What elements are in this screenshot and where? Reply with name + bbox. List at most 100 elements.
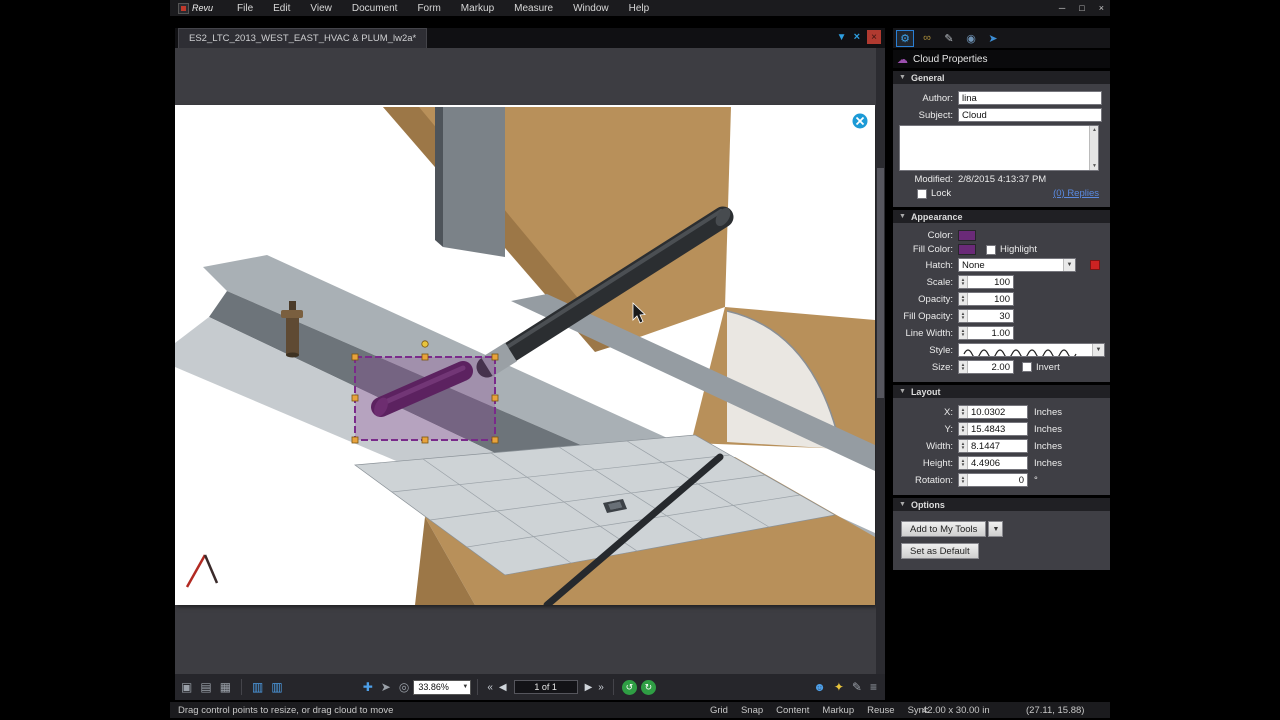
toggle-content[interactable]: Content — [776, 705, 809, 716]
spinner-arrows[interactable]: ▲ ▼ — [959, 310, 968, 322]
tips-icon[interactable]: ✦ — [834, 680, 844, 694]
spinner-arrows[interactable]: ▲ ▼ — [959, 474, 968, 486]
menu-measure[interactable]: Measure — [504, 3, 563, 14]
lock-checkbox[interactable] — [917, 188, 927, 199]
section-appearance: Color: Fill Color: Highlight Hatch: None… — [893, 223, 1110, 382]
pdf-page[interactable] — [175, 105, 875, 609]
spinner-arrows[interactable]: ▲ ▼ — [959, 406, 968, 418]
split-view-icon[interactable]: ▥ — [252, 680, 263, 694]
spinner-arrows[interactable]: ▲ ▼ — [959, 423, 968, 435]
minimize-icon[interactable]: ─ — [1059, 3, 1065, 13]
menu-view[interactable]: View — [300, 3, 342, 14]
opacity-label: Opacity: — [918, 293, 953, 305]
search-tab[interactable]: ∞ — [918, 30, 936, 47]
previous-view-icon[interactable]: ↺ — [621, 679, 637, 695]
profile-icon[interactable]: ☻ — [813, 680, 826, 694]
document-canvas[interactable] — [175, 48, 885, 674]
document-tab-bar: ES2_LTC_2013_WEST_EAST_HVAC & PLUM_lw2a*… — [175, 28, 885, 48]
hatch-color-swatch[interactable] — [1090, 260, 1100, 270]
scrollbar-thumb[interactable] — [877, 168, 884, 398]
subject-field[interactable] — [958, 108, 1102, 122]
menu-edit[interactable]: Edit — [263, 3, 300, 14]
add-to-my-tools-button[interactable]: Add to My Tools — [901, 521, 987, 537]
document-tab[interactable]: ES2_LTC_2013_WEST_EAST_HVAC & PLUM_lw2a* — [178, 28, 428, 48]
toggle-markup[interactable]: Markup — [822, 705, 854, 716]
style-dropdown[interactable]: ▼ — [958, 343, 1105, 357]
markup-mode-icon[interactable]: ✎ — [852, 680, 862, 694]
scale-spinner[interactable]: ▲ ▼ 100 — [958, 275, 1014, 289]
highlight-checkbox[interactable] — [986, 244, 996, 255]
last-page-icon[interactable]: » — [598, 682, 604, 693]
add-to-my-tools-menu-button[interactable]: ▼ — [988, 521, 1004, 537]
filter-icon[interactable]: ▼ — [837, 32, 847, 43]
menu-document[interactable]: Document — [342, 3, 408, 14]
color-swatch[interactable] — [958, 230, 976, 241]
section-appearance-header[interactable]: ▼ Appearance — [893, 210, 1110, 223]
comment-field[interactable]: ▲ ▼ — [899, 125, 1099, 171]
invert-checkbox[interactable] — [1022, 362, 1032, 372]
spinner-arrows[interactable]: ▲ ▼ — [959, 293, 968, 305]
spinner-arrows[interactable]: ▲ ▼ — [959, 457, 968, 469]
previous-page-icon[interactable]: ◀ — [499, 682, 507, 693]
rotation-spinner[interactable]: ▲ ▼ 0 — [958, 473, 1028, 487]
menu-markup[interactable]: Markup — [451, 3, 504, 14]
alerts-tab[interactable]: ➤ — [984, 30, 1002, 47]
x-spinner[interactable]: ▲ ▼ 10.0302 — [958, 405, 1028, 419]
first-page-icon[interactable]: « — [487, 682, 493, 693]
thumbnails-icon[interactable]: ▣ — [181, 680, 192, 694]
markup-tools-tab[interactable]: ✎ — [940, 30, 958, 47]
next-view-icon[interactable]: ↻ — [640, 679, 656, 695]
width-spinner[interactable]: ▲ ▼ 8.1447 — [958, 439, 1028, 453]
zoom-tool-icon[interactable]: ◎ — [399, 680, 409, 694]
close-document-icon[interactable]: × — [867, 30, 881, 44]
vertical-scrollbar[interactable] — [876, 48, 885, 674]
rotation-label: Rotation: — [914, 474, 953, 486]
spinner-arrows[interactable]: ▲ ▼ — [959, 440, 968, 452]
page-blue-button[interactable] — [852, 113, 868, 129]
maximize-icon[interactable]: □ — [1079, 3, 1084, 13]
file-access-icon[interactable]: ▦ — [220, 680, 231, 694]
opacity-spinner[interactable]: ▲ ▼ 100 — [958, 292, 1014, 306]
line-width-spinner[interactable]: ▲ ▼ 1.00 — [958, 326, 1014, 340]
scroll-down-icon[interactable]: ▼ — [1090, 163, 1099, 169]
pan-icon[interactable]: ✚ — [363, 680, 373, 694]
hatch-label: Hatch: — [925, 259, 953, 271]
set-as-default-button[interactable]: Set as Default — [901, 543, 979, 559]
author-field[interactable] — [958, 91, 1102, 105]
spinner-arrows[interactable]: ▲ ▼ — [959, 327, 968, 339]
fill-opacity-spinner[interactable]: ▲ ▼ 30 — [958, 309, 1014, 323]
size-spinner[interactable]: ▲ ▼ 2.00 — [958, 360, 1014, 374]
tool-chest-icon[interactable]: ≡ — [870, 680, 877, 694]
cloud-markup[interactable] — [354, 356, 496, 441]
bookmarks-icon[interactable]: ▤ — [200, 680, 211, 694]
menu-form[interactable]: Form — [407, 3, 450, 14]
replies-link[interactable]: (0) Replies — [1053, 188, 1099, 199]
spinner-arrows[interactable]: ▲ ▼ — [959, 276, 968, 288]
height-spinner[interactable]: ▲ ▼ 4.4906 — [958, 456, 1028, 470]
hatch-dropdown[interactable]: None ▼ — [958, 258, 1076, 272]
comment-scrollbar[interactable]: ▲ ▼ — [1089, 126, 1098, 170]
spinner-arrows[interactable]: ▲ ▼ — [959, 361, 968, 373]
menu-file[interactable]: File — [227, 3, 263, 14]
properties-tab[interactable]: ⚙ — [896, 29, 914, 47]
zoom-level-dropdown[interactable]: 33.86% ▼ — [413, 679, 472, 695]
y-spinner[interactable]: ▲ ▼ 15.4843 — [958, 422, 1028, 436]
scroll-up-icon[interactable]: ▲ — [1090, 127, 1099, 133]
menu-help[interactable]: Help — [619, 3, 660, 14]
clear-filter-icon[interactable]: × — [854, 31, 860, 43]
fill-color-swatch[interactable] — [958, 244, 976, 255]
toggle-reuse[interactable]: Reuse — [867, 705, 894, 716]
menu-window[interactable]: Window — [563, 3, 619, 14]
toggle-snap[interactable]: Snap — [741, 705, 763, 716]
multi-window-icon[interactable]: ▥ — [271, 680, 282, 694]
section-options-header[interactable]: ▼ Options — [893, 498, 1110, 511]
close-icon[interactable]: × — [1099, 3, 1104, 13]
section-general-header[interactable]: ▼ General — [893, 71, 1110, 84]
web-tab[interactable]: ◉ — [962, 30, 980, 47]
cursor-coordinates: (27.11, 15.88) — [1026, 705, 1085, 716]
next-page-icon[interactable]: ▶ — [585, 682, 593, 693]
toggle-grid[interactable]: Grid — [710, 705, 728, 716]
section-layout-header[interactable]: ▼ Layout — [893, 385, 1110, 398]
page-indicator[interactable]: 1 of 1 — [513, 680, 578, 694]
select-icon[interactable]: ➤ — [381, 680, 391, 694]
